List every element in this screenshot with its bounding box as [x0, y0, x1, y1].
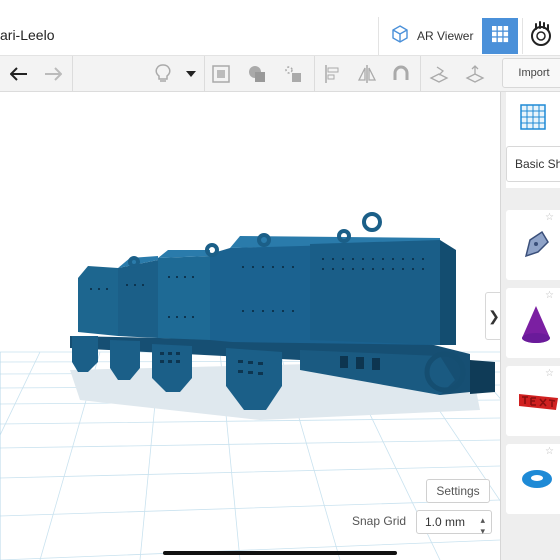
- user-menu-button[interactable]: [522, 18, 558, 54]
- text-shape-icon: [518, 390, 560, 417]
- shapes-category-dropdown[interactable]: Basic Shapes: [506, 146, 560, 182]
- favorite-star-icon[interactable]: ☆: [545, 212, 554, 223]
- scribble-shape-icon: [520, 228, 552, 267]
- shape-icon[interactable]: [246, 63, 268, 85]
- import-button[interactable]: Import: [502, 58, 560, 88]
- magnet-icon[interactable]: [390, 63, 412, 85]
- home-indicator[interactable]: [163, 551, 397, 555]
- grid-view-button[interactable]: [482, 18, 518, 54]
- snap-grid-value: 1.0 mm: [425, 515, 466, 529]
- ungroup-icon[interactable]: [282, 63, 304, 85]
- favorite-star-icon[interactable]: ☆: [545, 368, 554, 379]
- undo-icon[interactable]: [8, 63, 30, 85]
- favorite-star-icon[interactable]: ☆: [545, 446, 554, 457]
- chevron-right-icon: ❯: [488, 307, 500, 324]
- grid-icon: [491, 25, 509, 48]
- snap-grid-label: Snap Grid: [352, 514, 407, 528]
- model-cabinets: [78, 236, 456, 345]
- lightbulb-icon[interactable]: [152, 63, 174, 85]
- toolbar: [0, 56, 560, 92]
- ruler-icon[interactable]: [464, 63, 486, 85]
- ar-cube-icon: [389, 23, 411, 50]
- settings-button[interactable]: Settings: [426, 479, 490, 503]
- top-bar: ari-Leelo AR Viewer: [0, 0, 560, 56]
- project-name[interactable]: ari-Leelo: [0, 27, 54, 43]
- cone-shape-icon: [520, 304, 552, 349]
- ar-viewer-button[interactable]: AR Viewer: [378, 17, 478, 55]
- stepper-icon: ▴ ▾: [480, 515, 485, 536]
- group-icon[interactable]: [210, 63, 232, 85]
- torus-shape-icon: [520, 466, 554, 497]
- dropdown-caret-icon[interactable]: [180, 63, 202, 85]
- align-icon[interactable]: [322, 63, 344, 85]
- favorite-star-icon[interactable]: ☆: [545, 290, 554, 301]
- snap-grid-select[interactable]: 1.0 mm ▴ ▾: [416, 510, 492, 536]
- grid-shape-icon[interactable]: [518, 102, 548, 137]
- mirror-icon[interactable]: [356, 63, 378, 85]
- ar-viewer-label: AR Viewer: [417, 29, 474, 43]
- workplane-icon[interactable]: [428, 63, 450, 85]
- redo-icon[interactable]: [42, 63, 64, 85]
- workplane-scene: [0, 212, 500, 560]
- hand-avatar-icon: [529, 20, 553, 52]
- 3d-viewport[interactable]: [0, 92, 500, 560]
